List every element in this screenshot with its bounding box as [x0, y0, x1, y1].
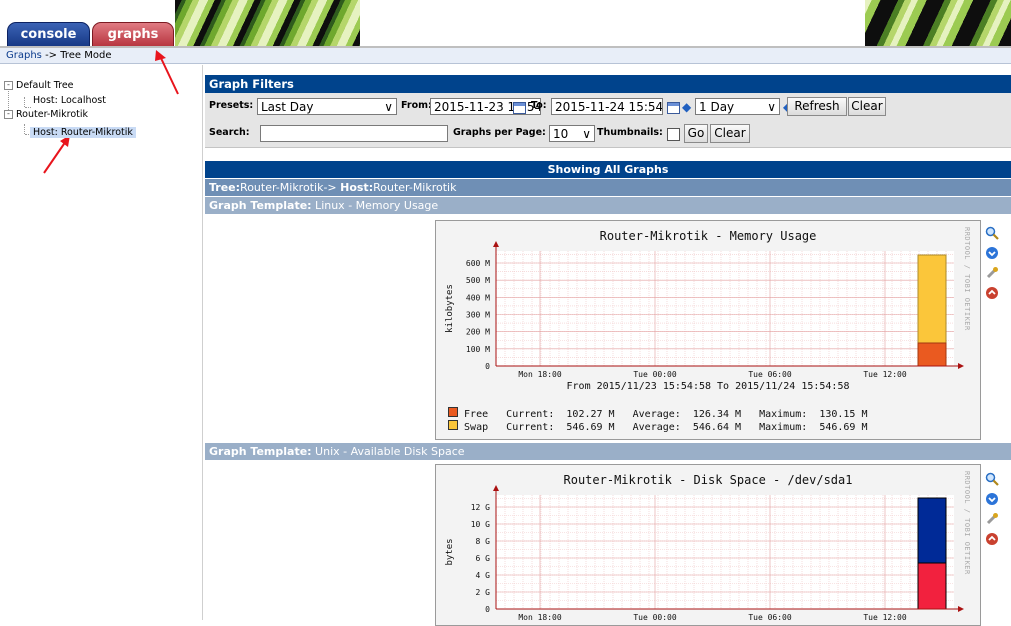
- x-tick-label: Tue 06:00: [748, 370, 792, 379]
- top-banner: console graphs: [0, 0, 1011, 48]
- calendar-from-icon[interactable]: [513, 102, 526, 114]
- y-tick-label: 10 G: [471, 520, 490, 529]
- y-tick-label: 300 M: [466, 311, 490, 320]
- x-tick-label: Tue 00:00: [633, 613, 677, 622]
- collapse-icon[interactable]: -: [4, 110, 13, 119]
- x-tick-label: Tue 00:00: [633, 370, 677, 379]
- free-area: [917, 342, 947, 367]
- breadcrumb-graphs-link[interactable]: Graphs: [6, 50, 42, 61]
- used-area: [917, 562, 947, 610]
- presets-select[interactable]: Last Day: [257, 98, 397, 115]
- refresh-button[interactable]: Refresh: [787, 97, 847, 116]
- y-tick-label: 2 G: [476, 588, 491, 597]
- banner-art-left: [175, 0, 360, 46]
- tree-node-host-localhost[interactable]: Host: Localhost: [33, 95, 106, 106]
- tree-node-default[interactable]: - Default Tree: [4, 80, 74, 91]
- legend-free: Free Current: 102.27 M Average: 126.34 M…: [448, 407, 867, 420]
- collapse-icon[interactable]: -: [4, 81, 13, 90]
- tree-host-header: Tree:Router-Mikrotik-> Host:Router-Mikro…: [205, 179, 1011, 196]
- thumbnails-checkbox[interactable]: [667, 128, 680, 141]
- template-header-disk: Graph Template: Unix - Available Disk Sp…: [205, 443, 1011, 460]
- y-tick-label: 0: [485, 605, 490, 614]
- breadcrumb-rest: -> Tree Mode: [41, 50, 112, 61]
- x-tick-label: Mon 18:00: [518, 370, 562, 379]
- y-tick-label: 0: [485, 362, 490, 371]
- legend-swap: Swap Current: 546.69 M Average: 546.64 M…: [448, 420, 867, 433]
- disk-chart: 0 2 G 4 G 6 G 8 G 10 G 12 G Mon 18:00 Tue 00:00 T…: [445, 485, 964, 622]
- zoom-icon[interactable]: [985, 472, 999, 486]
- graph-filters: Presets: Last Day From: 2015-11-23 15:54…: [205, 93, 1011, 148]
- rrdtool-credit: RRDTOOL / TOBI OETIKER: [963, 471, 971, 575]
- y-axis-label: kilobytes: [445, 284, 455, 333]
- y-tick-label: 400 M: [466, 293, 490, 302]
- presets-label: Presets:: [209, 100, 254, 111]
- zoom-icon[interactable]: [985, 226, 999, 240]
- move-up-icon[interactable]: [985, 532, 999, 546]
- x-tick-label: Tue 06:00: [748, 613, 792, 622]
- search-input[interactable]: [260, 125, 448, 142]
- y-tick-label: 200 M: [466, 328, 490, 337]
- y-axis-label: bytes: [445, 538, 455, 565]
- disk-space-graph[interactable]: Router-Mikrotik - Disk Space - /dev/sda1…: [435, 464, 981, 626]
- shift-left-icon[interactable]: ◆: [682, 101, 691, 113]
- graph-range: From 2015/11/23 15:54:58 To 2015/11/24 1…: [566, 381, 850, 392]
- banner-art-right: [865, 0, 1011, 46]
- y-tick-label: 8 G: [476, 537, 491, 546]
- tree-line: [25, 107, 31, 108]
- tree-node-router[interactable]: - Router-Mikrotik: [4, 109, 88, 120]
- graph-tree: - Default Tree Host: Localhost - Router-Mi…: [0, 65, 203, 620]
- tab-graphs[interactable]: graphs: [92, 22, 174, 46]
- thumbnails-label: Thumbnails:: [597, 127, 663, 138]
- from-label: From:: [401, 100, 432, 111]
- move-down-icon[interactable]: [985, 246, 999, 260]
- x-tick-label: Tue 12:00: [863, 613, 907, 622]
- memory-usage-graph[interactable]: Router-Mikrotik - Memory Usage 0 100 M 200…: [435, 220, 981, 440]
- move-down-icon[interactable]: [985, 492, 999, 506]
- y-tick-label: 500 M: [466, 276, 490, 285]
- y-tick-label: 6 G: [476, 554, 491, 563]
- tab-console[interactable]: console: [7, 22, 90, 46]
- y-tick-label: 100 M: [466, 345, 490, 354]
- y-tick-label: 4 G: [476, 571, 491, 580]
- y-tick-label: 12 G: [471, 503, 490, 512]
- clear-button[interactable]: Clear: [848, 97, 886, 116]
- calendar-to-icon[interactable]: [667, 102, 680, 114]
- showing-all-graphs-header: Showing All Graphs: [205, 161, 1011, 178]
- tree-line: [24, 97, 25, 107]
- to-label: To:: [531, 100, 547, 111]
- x-axis-arrow: [958, 606, 964, 612]
- x-tick-label: Mon 18:00: [518, 613, 562, 622]
- per-page-select[interactable]: 10: [549, 125, 595, 142]
- to-field[interactable]: 2015-11-24 15:54: [551, 98, 663, 115]
- clear-search-button[interactable]: Clear: [710, 124, 750, 143]
- timespan-select[interactable]: 1 Day: [695, 98, 780, 115]
- y-axis-arrow: [493, 485, 499, 491]
- rrdtool-credit: RRDTOOL / TOBI OETIKER: [963, 227, 971, 331]
- x-axis-arrow: [958, 363, 964, 369]
- graph-filters-header: Graph Filters: [205, 75, 1011, 93]
- move-up-icon[interactable]: [985, 286, 999, 300]
- free-area: [917, 497, 947, 564]
- tree-node-host-router[interactable]: Host: Router-Mikrotik: [30, 127, 136, 138]
- search-label: Search:: [209, 127, 250, 138]
- y-tick-label: 600 M: [466, 259, 490, 268]
- y-axis-arrow: [493, 241, 499, 247]
- x-tick-label: Tue 12:00: [863, 370, 907, 379]
- tree-line: [24, 124, 25, 134]
- template-header-memory: Graph Template: Linux - Memory Usage: [205, 197, 1011, 214]
- swap-area: [917, 254, 947, 344]
- go-button[interactable]: Go: [684, 124, 708, 143]
- wrench-icon[interactable]: [985, 266, 999, 280]
- per-page-label: Graphs per Page:: [453, 127, 546, 138]
- wrench-icon[interactable]: [985, 512, 999, 526]
